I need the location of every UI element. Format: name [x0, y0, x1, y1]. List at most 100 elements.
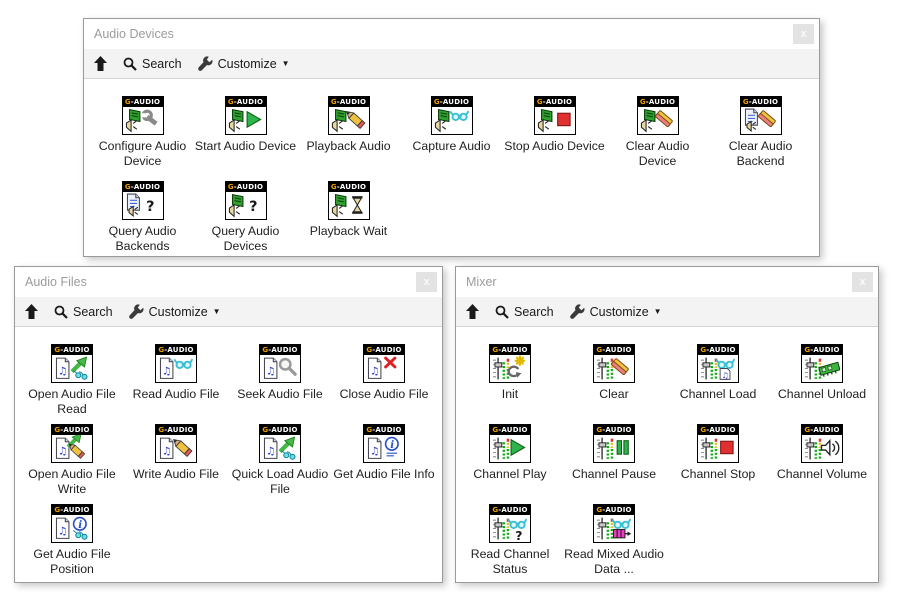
palette-item-label: Capture Audio	[413, 139, 491, 154]
vi-icon: G-AUDIO	[593, 344, 635, 383]
customize-label: Customize	[218, 57, 277, 71]
vi-icon: G-AUDIO	[489, 344, 531, 383]
search-icon	[54, 305, 68, 319]
palette-item-clear-audio-backend[interactable]: G-AUDIO Clear Audio Backend	[709, 96, 812, 169]
search-button[interactable]: Search	[54, 305, 113, 319]
g-audio-banner: G-AUDIO	[741, 97, 781, 107]
up-button[interactable]	[25, 304, 38, 319]
palette-item-capture-audio[interactable]: G-AUDIO Capture Audio	[400, 96, 503, 154]
window-mixer: Mixer x Search Customize ▼ G-AUDIO I	[455, 266, 879, 583]
vi-icon: G-AUDIO ♫	[697, 344, 739, 383]
palette-item-stop-audio-device[interactable]: G-AUDIO Stop Audio Device	[503, 96, 606, 154]
palette-item-label: Channel Stop	[681, 467, 756, 482]
close-button[interactable]: x	[793, 24, 814, 44]
fader-glasses-question-icon: ?	[490, 515, 530, 542]
palette-item-query-audio-backends[interactable]: G-AUDIO ? Query Audio Backends	[91, 181, 194, 254]
search-button[interactable]: Search	[495, 305, 554, 319]
speaker-eraser-icon	[638, 107, 678, 134]
svg-text:♫: ♫	[58, 446, 67, 458]
speaker-wrench-icon	[123, 107, 163, 134]
palette-item-get-audio-file-position[interactable]: G-AUDIO ♫ i Get Audio File Position	[20, 504, 124, 577]
g-audio-banner: G-AUDIO	[260, 345, 300, 355]
palette-item-channel-play[interactable]: G-AUDIO Channel Play	[458, 424, 562, 482]
customize-button[interactable]: Customize ▼	[129, 304, 221, 319]
palette-item-channel-volume[interactable]: G-AUDIO Channel Volume	[770, 424, 874, 482]
customize-button[interactable]: Customize ▼	[570, 304, 662, 319]
caret-down-icon: ▼	[213, 307, 221, 316]
palette-item-channel-unload[interactable]: G-AUDIO Channel Unload	[770, 344, 874, 402]
g-audio-banner: G-AUDIO	[802, 345, 842, 355]
palette-item-label: Start Audio Device	[195, 139, 296, 154]
palette-item-write-audio-file[interactable]: G-AUDIO ♫ Write Audio File	[124, 424, 228, 482]
g-audio-banner: G-AUDIO	[123, 182, 163, 192]
window-audio-files: Audio Files x Search Customize ▼ G-AUDIO…	[14, 266, 443, 583]
palette-item-label: Clear Audio Device	[607, 139, 709, 169]
palette-item-playback-audio[interactable]: G-AUDIO Playback Audio	[297, 96, 400, 154]
fader-init-icon	[490, 355, 530, 382]
close-button[interactable]: x	[416, 272, 437, 292]
docnote-info-icon: ♫ i	[364, 435, 404, 462]
up-button[interactable]	[94, 56, 107, 71]
customize-button[interactable]: Customize ▼	[198, 56, 290, 71]
vi-icon: G-AUDIO ♫	[155, 424, 197, 463]
search-button[interactable]: Search	[123, 57, 182, 71]
palette-item-seek-audio-file[interactable]: G-AUDIO ♫ Seek Audio File	[228, 344, 332, 402]
g-audio-banner: G-AUDIO	[226, 97, 266, 107]
search-icon	[123, 57, 137, 71]
speaker-hourglass-icon	[329, 192, 369, 219]
palette-item-playback-wait[interactable]: G-AUDIO Playback Wait	[297, 181, 400, 239]
svg-text:?: ?	[515, 528, 522, 542]
palette-item-open-audio-file-write[interactable]: G-AUDIO ♫ Open Audio File Write	[20, 424, 124, 497]
palette-item-label: Stop Audio Device	[504, 139, 605, 154]
palette-item-label: Quick Load Audio File	[229, 467, 331, 497]
palette-item-close-audio-file[interactable]: G-AUDIO ♫ Close Audio File	[332, 344, 436, 402]
palette-item-channel-load[interactable]: G-AUDIO ♫ Channel Load	[666, 344, 770, 402]
svg-text:♫: ♫	[58, 366, 67, 378]
palette-item-label: Open Audio File Write	[21, 467, 123, 497]
g-audio-banner: G-AUDIO	[156, 425, 196, 435]
palette-item-label: Open Audio File Read	[21, 387, 123, 417]
palette-items-grid: G-AUDIO Init G-AUDIO Clear G-AUDIO	[456, 327, 878, 584]
palette-item-channel-pause[interactable]: G-AUDIO Channel Pause	[562, 424, 666, 482]
palette-item-label: Playback Audio	[306, 139, 390, 154]
svg-text:?: ?	[146, 199, 154, 215]
up-button[interactable]	[466, 304, 479, 319]
g-audio-banner: G-AUDIO	[52, 345, 92, 355]
palette-item-label: Init	[502, 387, 518, 402]
g-audio-banner: G-AUDIO	[123, 97, 163, 107]
palette-item-read-audio-file[interactable]: G-AUDIO ♫ Read Audio File	[124, 344, 228, 402]
fader-ram-icon	[802, 355, 842, 382]
palette-item-clear[interactable]: G-AUDIO Clear	[562, 344, 666, 402]
palette-item-label: Write Audio File	[133, 467, 219, 482]
svg-text:♫: ♫	[722, 371, 729, 380]
docnote-xmark-icon: ♫	[364, 355, 404, 382]
vi-icon: G-AUDIO	[534, 96, 576, 135]
palette-item-start-audio-device[interactable]: G-AUDIO Start Audio Device	[194, 96, 297, 154]
palette-item-clear-audio-device[interactable]: G-AUDIO Clear Audio Device	[606, 96, 709, 169]
palette-item-query-audio-devices[interactable]: G-AUDIO ? Query Audio Devices	[194, 181, 297, 254]
palette-item-channel-stop[interactable]: G-AUDIO Channel Stop	[666, 424, 770, 482]
palette-item-init[interactable]: G-AUDIO Init	[458, 344, 562, 402]
vi-icon: G-AUDIO	[637, 96, 679, 135]
svg-text:♫: ♫	[266, 366, 275, 378]
palette-item-label: Configure Audio Device	[92, 139, 194, 169]
close-button[interactable]: x	[852, 272, 873, 292]
vi-icon: G-AUDIO ♫ i	[51, 504, 93, 543]
fader-eraser-icon	[594, 355, 634, 382]
palette-item-open-audio-file-read[interactable]: G-AUDIO ♫ Open Audio File Read	[20, 344, 124, 417]
vi-icon: G-AUDIO ♫	[363, 344, 405, 383]
palette-item-read-mixed-audio-data[interactable]: G-AUDIO Read Mixed Audio Data ...	[562, 504, 666, 577]
palette-item-read-channel-status[interactable]: G-AUDIO ? Read Channel Status	[458, 504, 562, 577]
palette-item-label: Channel Load	[680, 387, 757, 402]
search-icon	[495, 305, 509, 319]
palette-item-label: Channel Volume	[777, 467, 867, 482]
g-audio-banner: G-AUDIO	[432, 97, 472, 107]
palette-item-configure-audio-device[interactable]: G-AUDIO Configure Audio Device	[91, 96, 194, 169]
search-label: Search	[514, 305, 554, 319]
search-label: Search	[73, 305, 113, 319]
fader-volume-icon	[802, 435, 842, 462]
palette-item-label: Get Audio File Position	[21, 547, 123, 577]
palette-item-get-audio-file-info[interactable]: G-AUDIO ♫ i Get Audio File Info	[332, 424, 436, 482]
palette-item-quick-load-audio-file[interactable]: G-AUDIO ♫ Quick Load Audio File	[228, 424, 332, 497]
vi-icon: G-AUDIO ♫	[51, 344, 93, 383]
